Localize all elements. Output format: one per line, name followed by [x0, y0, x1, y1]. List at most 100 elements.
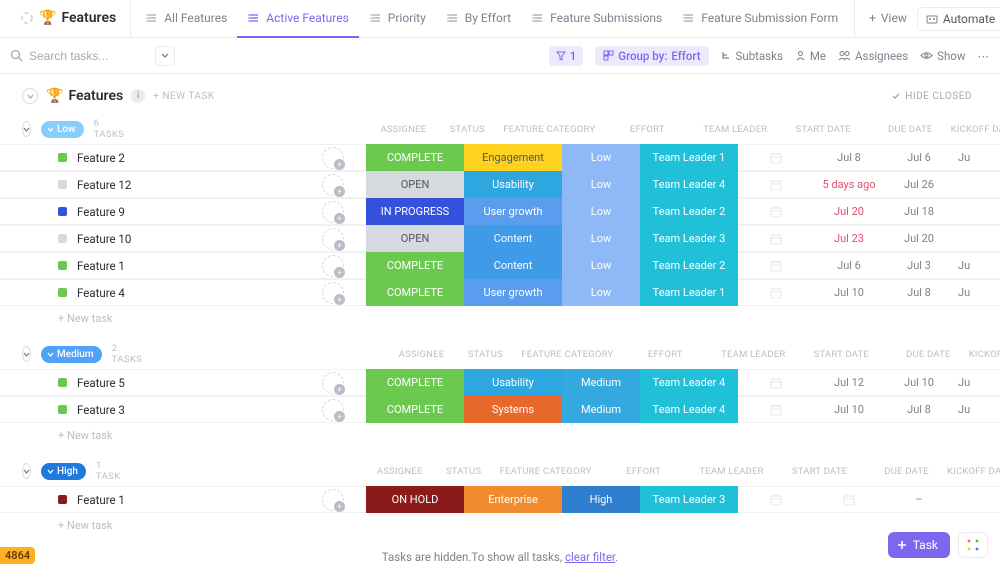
- table-row[interactable]: Feature 12OPENUsabilityLowTeam Leader 45…: [0, 171, 1000, 198]
- due-date-cell[interactable]: Jul 8: [814, 144, 884, 171]
- review-cell[interactable]: Ju: [954, 144, 1000, 171]
- start-date-cell[interactable]: [738, 396, 814, 423]
- col-assignee[interactable]: ASSIGNEE: [152, 349, 452, 360]
- subtasks-toggle[interactable]: Subtasks: [721, 49, 783, 63]
- category-cell[interactable]: Usability: [464, 369, 562, 396]
- col-header[interactable]: DUE DATE: [869, 466, 945, 477]
- due-date-cell[interactable]: Jul 6: [814, 252, 884, 279]
- task-name-cell[interactable]: Feature 1: [0, 486, 300, 513]
- table-row[interactable]: Feature 9IN PROGRESSUser growthLowTeam L…: [0, 198, 1000, 225]
- status-cell[interactable]: IN PROGRESS: [366, 198, 464, 225]
- table-row[interactable]: Feature 1COMPLETEContentLowTeam Leader 2…: [0, 252, 1000, 279]
- review-cell[interactable]: Ju: [954, 252, 1000, 279]
- apps-fab[interactable]: [958, 532, 988, 558]
- leader-cell[interactable]: Team Leader 3: [640, 225, 738, 252]
- info-icon[interactable]: i: [131, 89, 145, 103]
- col-assignee[interactable]: ASSIGNEE: [131, 466, 431, 477]
- category-cell[interactable]: Content: [464, 225, 562, 252]
- hide-closed-toggle[interactable]: HIDE CLOSED: [891, 91, 972, 102]
- effort-cell[interactable]: Low: [562, 279, 640, 306]
- category-cell[interactable]: Systems: [464, 396, 562, 423]
- filter-count-chip[interactable]: 1: [549, 46, 584, 66]
- review-cell[interactable]: [954, 486, 1000, 513]
- col-header[interactable]: TEAM LEADER: [714, 349, 792, 360]
- table-row[interactable]: Feature 2COMPLETEEngagementLowTeam Leade…: [0, 144, 1000, 171]
- due-date-cell[interactable]: Jul 23: [814, 225, 884, 252]
- task-name-cell[interactable]: Feature 1: [0, 252, 300, 279]
- assignee-cell[interactable]: [300, 252, 366, 279]
- review-cell[interactable]: Ju: [954, 279, 1000, 306]
- col-assignee[interactable]: ASSIGNEE: [134, 124, 434, 135]
- status-cell[interactable]: ON HOLD: [366, 486, 464, 513]
- start-date-cell[interactable]: [738, 198, 814, 225]
- group-by-chip[interactable]: Group by: Effort: [595, 46, 708, 66]
- search-input[interactable]: [29, 49, 139, 63]
- col-header[interactable]: STATUS: [431, 466, 497, 477]
- view-tab[interactable]: By Effort: [436, 0, 521, 38]
- effort-cell[interactable]: Medium: [562, 369, 640, 396]
- automate-button[interactable]: Automate (1) ▾: [917, 7, 1000, 31]
- list-title-tab[interactable]: 🏆 Features: [10, 0, 131, 38]
- col-header[interactable]: KICKOFF DATE: [945, 466, 1000, 477]
- col-header[interactable]: KICKOFF DATE: [948, 124, 1000, 135]
- folder-title[interactable]: 🏆 Features: [46, 88, 123, 104]
- category-cell[interactable]: Engagement: [464, 144, 562, 171]
- kickoff-date-cell[interactable]: Jul 26: [884, 171, 954, 198]
- col-header[interactable]: DUE DATE: [872, 124, 948, 135]
- task-name-cell[interactable]: Feature 12: [0, 171, 300, 198]
- col-header[interactable]: START DATE: [792, 349, 890, 360]
- table-row[interactable]: Feature 10OPENContentLowTeam Leader 3Jul…: [0, 225, 1000, 252]
- start-date-cell[interactable]: [738, 486, 814, 513]
- collapse-group-button[interactable]: [22, 463, 31, 479]
- kickoff-date-cell[interactable]: Jul 8: [884, 396, 954, 423]
- group-pill[interactable]: High: [41, 463, 86, 480]
- kickoff-date-cell[interactable]: Jul 20: [884, 225, 954, 252]
- assignee-cell[interactable]: [300, 279, 366, 306]
- kickoff-date-cell[interactable]: Jul 8: [884, 279, 954, 306]
- col-header[interactable]: FEATURE CATEGORY: [500, 124, 598, 135]
- table-row[interactable]: Feature 5COMPLETEUsabilityMediumTeam Lea…: [0, 369, 1000, 396]
- view-tab[interactable]: All Features: [135, 0, 237, 38]
- category-cell[interactable]: User growth: [464, 279, 562, 306]
- due-date-cell[interactable]: Jul 10: [814, 396, 884, 423]
- leader-cell[interactable]: Team Leader 4: [640, 171, 738, 198]
- review-cell[interactable]: [954, 171, 1000, 198]
- category-cell[interactable]: User growth: [464, 198, 562, 225]
- review-cell[interactable]: [954, 225, 1000, 252]
- leader-cell[interactable]: Team Leader 4: [640, 396, 738, 423]
- start-date-cell[interactable]: [738, 144, 814, 171]
- group-pill[interactable]: Low: [41, 121, 84, 138]
- assignee-cell[interactable]: [300, 396, 366, 423]
- status-cell[interactable]: COMPLETE: [366, 396, 464, 423]
- effort-cell[interactable]: Medium: [562, 396, 640, 423]
- task-name-cell[interactable]: Feature 10: [0, 225, 300, 252]
- more-menu[interactable]: ⋯: [978, 49, 991, 63]
- task-name-cell[interactable]: Feature 2: [0, 144, 300, 171]
- new-task-row[interactable]: + New task: [0, 513, 1000, 536]
- status-cell[interactable]: COMPLETE: [366, 252, 464, 279]
- start-date-cell[interactable]: [738, 279, 814, 306]
- collapse-folder-button[interactable]: [22, 88, 38, 104]
- collapse-group-button[interactable]: [22, 121, 31, 137]
- kickoff-date-cell[interactable]: Jul 3: [884, 252, 954, 279]
- table-row[interactable]: Feature 4COMPLETEUser growthLowTeam Lead…: [0, 279, 1000, 306]
- col-header[interactable]: EFFORT: [616, 349, 714, 360]
- view-tab[interactable]: Priority: [359, 0, 436, 38]
- start-date-cell[interactable]: [738, 369, 814, 396]
- assignee-cell[interactable]: [300, 144, 366, 171]
- show-toggle[interactable]: Show: [920, 49, 965, 63]
- effort-cell[interactable]: High: [562, 486, 640, 513]
- review-cell[interactable]: Ju: [954, 369, 1000, 396]
- category-cell[interactable]: Enterprise: [464, 486, 562, 513]
- col-header[interactable]: DUE DATE: [890, 349, 966, 360]
- task-name-cell[interactable]: Feature 3: [0, 396, 300, 423]
- kickoff-date-cell[interactable]: Jul 10: [884, 369, 954, 396]
- start-date-cell[interactable]: [738, 225, 814, 252]
- review-cell[interactable]: [954, 198, 1000, 225]
- task-name-cell[interactable]: Feature 9: [0, 198, 300, 225]
- col-header[interactable]: FEATURE CATEGORY: [518, 349, 616, 360]
- col-header[interactable]: EFFORT: [598, 124, 696, 135]
- col-header[interactable]: EFFORT: [595, 466, 693, 477]
- assignee-cell[interactable]: [300, 369, 366, 396]
- new-task-button[interactable]: + NEW TASK: [153, 91, 214, 102]
